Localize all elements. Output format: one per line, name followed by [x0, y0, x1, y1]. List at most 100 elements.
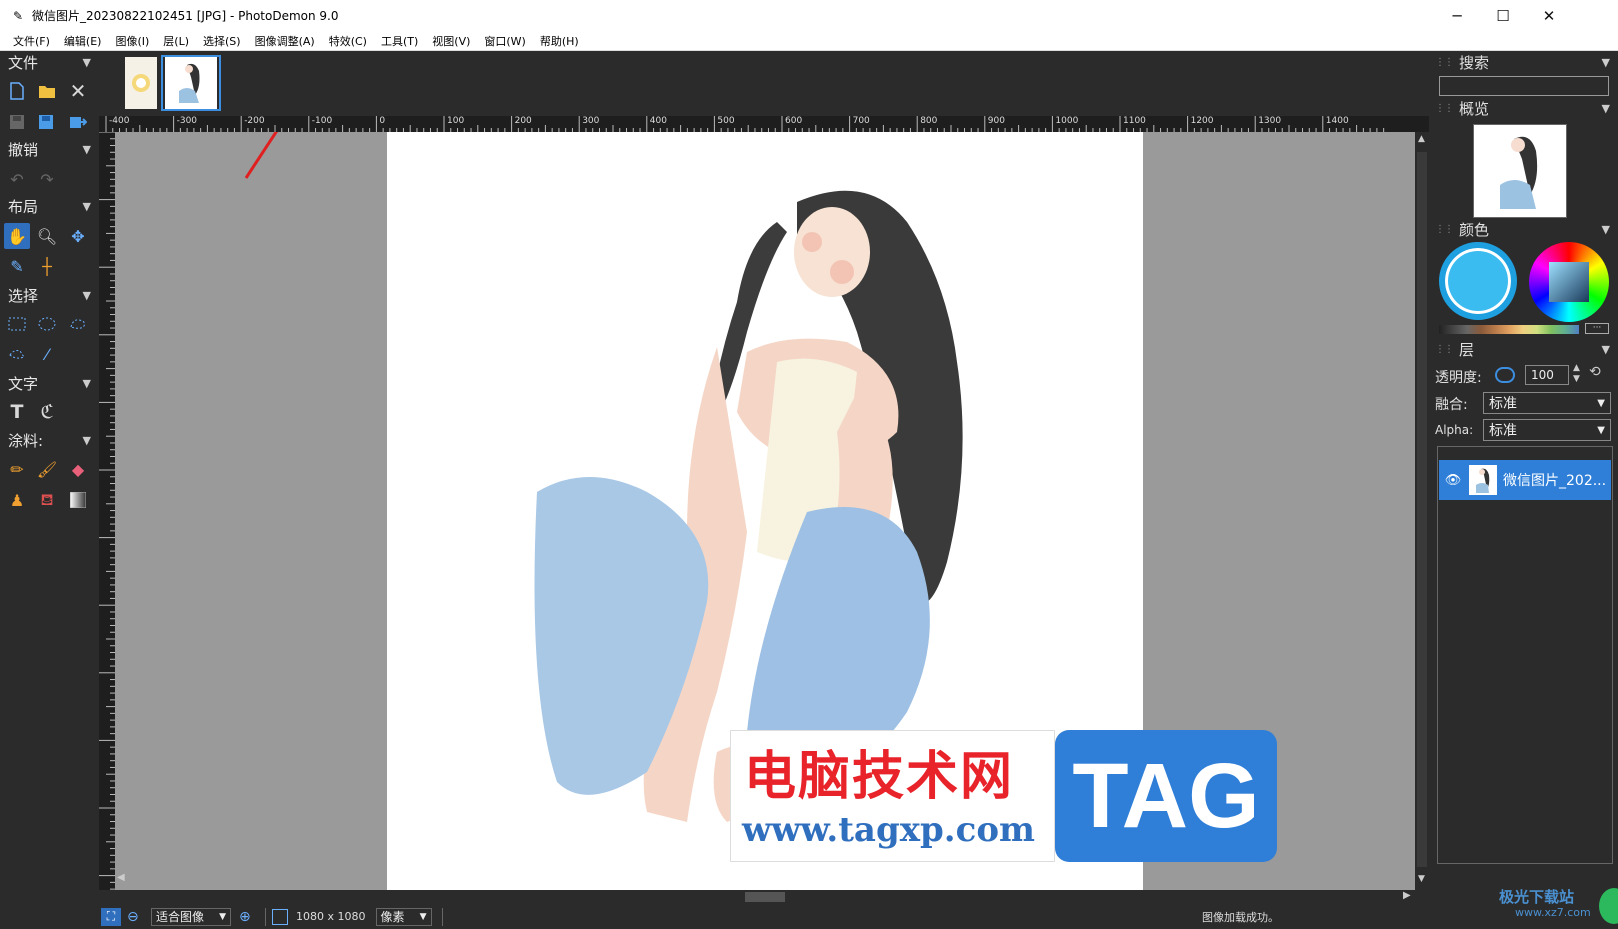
zoom-select[interactable]: 适合图像 ▼ — [151, 907, 231, 926]
redo-icon[interactable]: ↷ — [34, 166, 60, 192]
eraser-icon[interactable]: ◆ — [65, 456, 91, 482]
chevron-down-icon: ▼ — [82, 433, 91, 447]
unit-select[interactable]: 像素 ▼ — [375, 907, 432, 926]
new-file-icon[interactable] — [4, 78, 30, 104]
toolbox-layout-header[interactable]: 布局 ▼ — [0, 195, 99, 217]
export-icon[interactable] — [65, 109, 91, 135]
fill-bucket-icon[interactable]: ⛾ — [34, 487, 60, 513]
scroll-left-icon[interactable]: ◀ — [117, 872, 125, 883]
image-thumbnail-2[interactable] — [161, 55, 221, 111]
primary-color-swatch[interactable] — [1439, 242, 1517, 320]
undo-icon[interactable]: ↶ — [4, 166, 30, 192]
opacity-spinner-icon[interactable]: ▲ ▼ — [1573, 363, 1580, 385]
toolbox-text-header[interactable]: 文字 ▼ — [0, 372, 99, 394]
menu-view[interactable]: 视图(V) — [425, 33, 477, 49]
eyedropper-icon[interactable]: ✎ — [4, 253, 30, 279]
blend-select[interactable]: 标准 ▼ — [1483, 392, 1611, 414]
chevron-down-icon: ▼ — [219, 911, 226, 922]
ruler-label: 100 — [447, 116, 465, 126]
polygon-lasso-icon[interactable] — [4, 341, 30, 367]
menu-layer[interactable]: 层(L) — [156, 33, 196, 49]
brush-icon[interactable]: 🖌︎ — [34, 456, 60, 482]
menu-file[interactable]: 文件(F) — [6, 33, 57, 49]
menu-select[interactable]: 选择(S) — [196, 33, 248, 49]
color-picker-square[interactable] — [1549, 262, 1589, 302]
color-wheel[interactable] — [1529, 242, 1609, 322]
minimize-button[interactable]: ─ — [1434, 0, 1480, 31]
vertical-scroll-thumb[interactable] — [1417, 152, 1427, 867]
annotation-arrow — [244, 132, 278, 179]
ellipse-select-icon[interactable] — [34, 311, 60, 337]
magic-wand-icon[interactable]: ⁄ — [34, 341, 60, 367]
palette-more-button[interactable]: ··· — [1585, 323, 1609, 334]
visibility-eye-icon[interactable]: 👁︎ — [1443, 473, 1463, 488]
text-section-label: 文字 — [8, 374, 39, 393]
save-as-icon[interactable] — [34, 109, 60, 135]
opacity-input[interactable]: 100 — [1525, 365, 1569, 385]
vertical-scrollbar[interactable]: ▲ ▼ — [1415, 132, 1429, 890]
zoom-in-icon[interactable]: ⊕ — [239, 909, 259, 925]
open-folder-icon[interactable] — [34, 78, 60, 104]
green-circle-badge — [1599, 888, 1618, 924]
horizontal-scroll-thumb[interactable] — [745, 892, 785, 902]
toolbox-select-header[interactable]: 选择 ▼ — [0, 284, 99, 306]
zoom-out-icon[interactable]: ⊖ — [127, 909, 147, 925]
image-size-icon — [272, 908, 288, 925]
toolbox-file-header[interactable]: 文件 ▼ — [0, 51, 99, 73]
ruler-label: 700 — [852, 116, 870, 126]
maximize-button[interactable]: ☐ — [1480, 0, 1526, 31]
color-palette-strip[interactable] — [1439, 325, 1579, 334]
menu-effects[interactable]: 特效(C) — [322, 33, 374, 49]
text-tool-icon[interactable]: T — [4, 399, 30, 425]
gradient-icon[interactable] — [65, 487, 91, 513]
menu-help[interactable]: 帮助(H) — [533, 33, 586, 49]
fit-screen-icon[interactable]: ⛶ — [101, 907, 121, 926]
scroll-right-icon[interactable]: ▶ — [1403, 890, 1411, 901]
search-panel-header[interactable]: ⋮⋮ 搜索 ▼ — [1429, 51, 1618, 73]
chevron-down-icon: ▼ — [82, 376, 91, 390]
close-image-icon[interactable]: ✕ — [65, 78, 91, 104]
menu-window[interactable]: 窗口(W) — [477, 33, 532, 49]
save-icon[interactable] — [4, 109, 30, 135]
zoom-tool-icon[interactable]: 🔍︎ — [34, 223, 60, 249]
menu-tools[interactable]: 工具(T) — [374, 33, 425, 49]
pencil-icon[interactable]: ✏ — [4, 456, 30, 482]
toolbox-undo-header[interactable]: 撤销 ▼ — [0, 138, 99, 160]
hand-tool-icon[interactable]: ✋ — [4, 223, 30, 249]
horizontal-scrollbar[interactable]: ▶ — [115, 890, 1415, 904]
scroll-down-icon[interactable]: ▼ — [1418, 874, 1425, 884]
typography-tool-icon[interactable]: ℭ — [34, 399, 60, 425]
crop-tool-icon[interactable]: ┼ — [34, 253, 60, 279]
layers-panel-header[interactable]: ⋮⋮ 层 ▼ — [1429, 338, 1618, 360]
close-window-button[interactable]: ✕ — [1526, 0, 1572, 31]
ruler-label: 1300 — [1258, 116, 1282, 126]
grip-icon: ⋮⋮ — [1435, 102, 1454, 114]
color-panel-header[interactable]: ⋮⋮ 颜色 ▼ — [1429, 218, 1618, 240]
ruler-label: 400 — [649, 116, 667, 126]
menu-adjustments[interactable]: 图像调整(A) — [248, 33, 322, 49]
move-tool-icon[interactable]: ✥ — [65, 223, 91, 249]
overview-thumbnail[interactable] — [1473, 124, 1567, 218]
lasso-select-icon[interactable] — [65, 311, 91, 337]
menu-bar: 文件(F) 编辑(E) 图像(I) 层(L) 选择(S) 图像调整(A) 特效(… — [0, 31, 1618, 51]
chevron-down-icon: ▼ — [1601, 342, 1610, 356]
alpha-select-value: 标准 — [1489, 423, 1517, 439]
ruler-label: 900 — [987, 116, 1005, 126]
search-input[interactable] — [1439, 76, 1609, 96]
clone-stamp-icon[interactable]: ♟ — [4, 487, 30, 513]
canvas-area[interactable]: 电脑技术网 www.tagxp.com TAG ◀ — [115, 132, 1415, 890]
scroll-up-icon[interactable]: ▲ — [1418, 134, 1425, 144]
menu-edit[interactable]: 编辑(E) — [57, 33, 109, 49]
reset-opacity-icon[interactable]: ⟲ — [1589, 364, 1601, 380]
overview-panel-header[interactable]: ⋮⋮ 概览 ▼ — [1429, 97, 1618, 119]
title-bar: ✎ 微信图片_20230822102451 [JPG] - PhotoDemon… — [0, 0, 1618, 31]
layer-row[interactable]: 👁︎ 微信图片_202... — [1439, 460, 1611, 500]
image-size: 1080 x 1080 — [296, 910, 366, 923]
alpha-select[interactable]: 标准 ▼ — [1483, 419, 1611, 441]
opacity-slider-knob[interactable] — [1495, 367, 1515, 383]
window-title: 微信图片_20230822102451 [JPG] - PhotoDemon 9… — [32, 9, 339, 23]
menu-image[interactable]: 图像(I) — [108, 33, 156, 49]
rect-select-icon[interactable] — [4, 311, 30, 337]
toolbox-paint-header[interactable]: 涂料: ▼ — [0, 429, 99, 451]
ruler-label: -400 — [109, 116, 130, 126]
